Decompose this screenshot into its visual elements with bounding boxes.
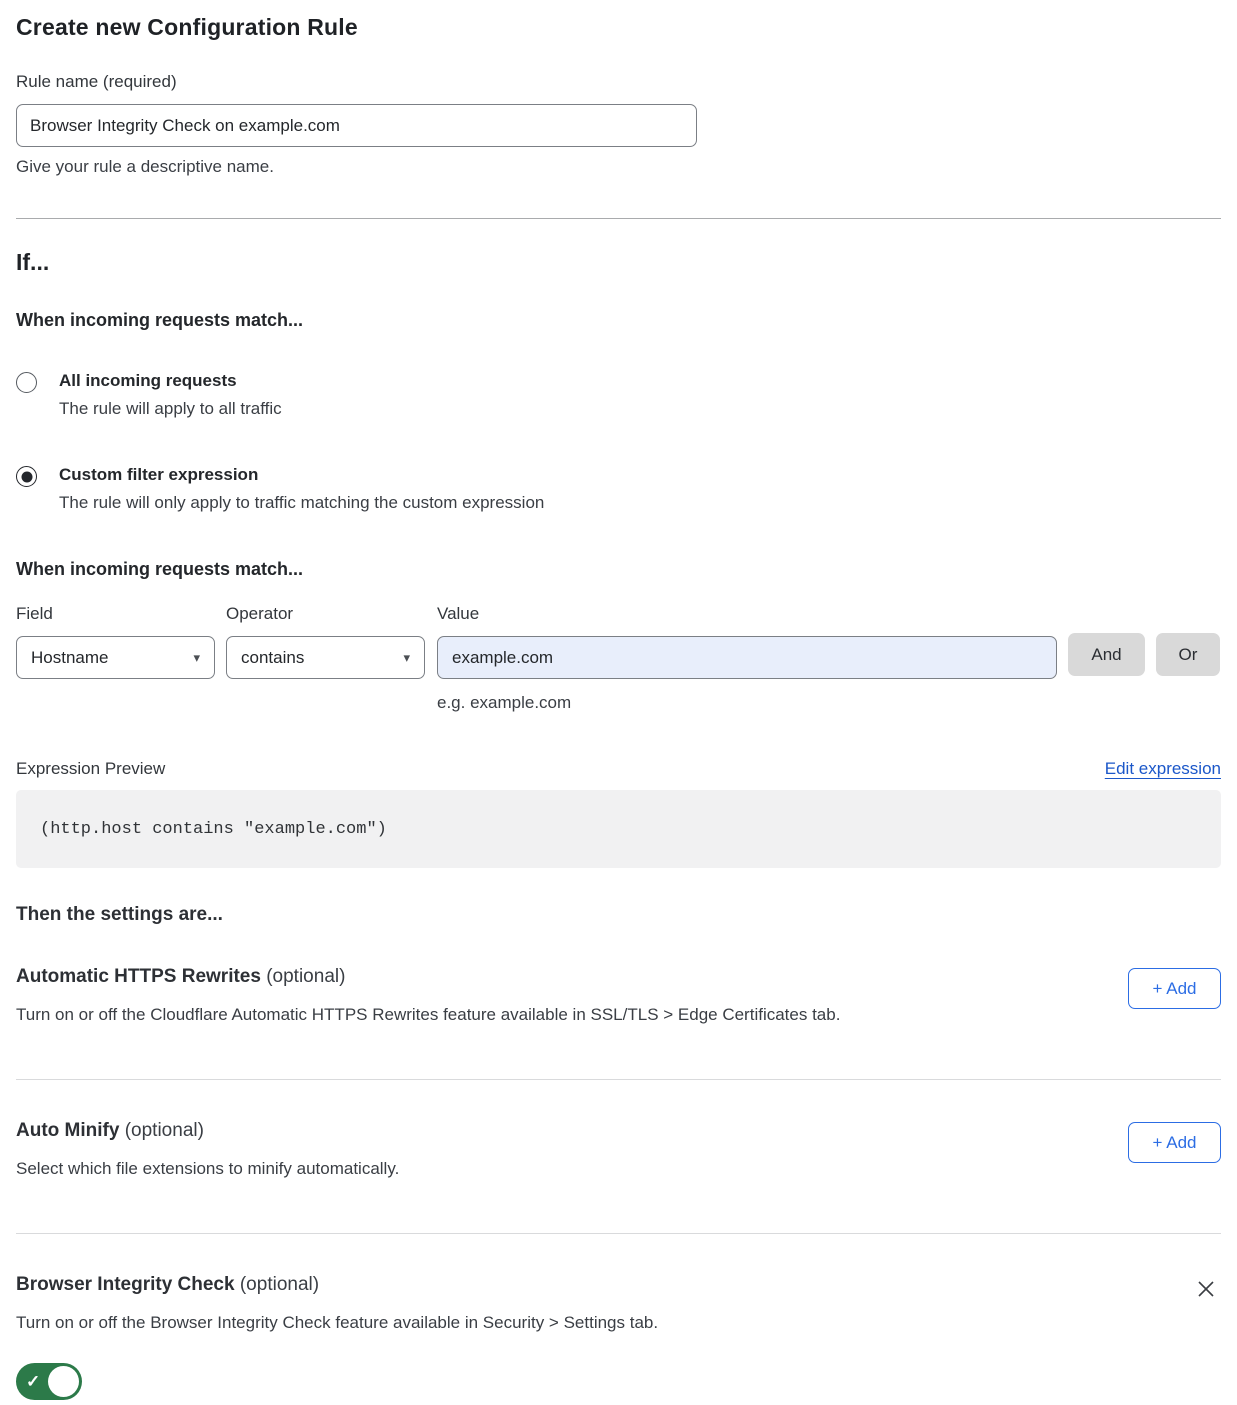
then-settings-heading: Then the settings are... — [16, 904, 1221, 926]
check-icon: ✓ — [26, 1372, 40, 1392]
value-help: e.g. example.com — [437, 693, 1057, 713]
radio-texts: All incoming requests The rule will appl… — [59, 371, 282, 419]
section-divider — [16, 218, 1221, 219]
setting-auto-minify: Auto Minify (optional) Select which file… — [16, 1120, 1221, 1179]
expression-preview-header: Expression Preview Edit expression — [16, 759, 1221, 779]
edit-expression-link[interactable]: Edit expression — [1105, 759, 1221, 779]
radio-option-all-incoming[interactable]: All incoming requests The rule will appl… — [16, 371, 1221, 419]
setting-description: Select which file extensions to minify a… — [16, 1159, 399, 1179]
operator-select-value: contains — [241, 648, 304, 668]
setting-title: Browser Integrity Check — [16, 1274, 235, 1295]
chevron-down-icon: ▾ — [193, 650, 200, 666]
setting-browser-integrity-check: Browser Integrity Check (optional) Turn … — [16, 1274, 1221, 1405]
radio-option-label: Custom filter expression — [59, 465, 544, 485]
filter-builder-row: Field Hostname ▾ Operator contains ▾ Val… — [16, 604, 1221, 713]
add-setting-button[interactable]: + Add — [1128, 1122, 1221, 1163]
or-button[interactable]: Or — [1156, 633, 1220, 676]
setting-title: Automatic HTTPS Rewrites — [16, 966, 261, 987]
setting-title-row: Browser Integrity Check (optional) — [16, 1274, 658, 1296]
setting-description: Turn on or off the Browser Integrity Che… — [16, 1313, 658, 1333]
setting-divider — [16, 1079, 1221, 1080]
remove-setting-button[interactable] — [1191, 1274, 1221, 1307]
filter-builder-heading: When incoming requests match... — [16, 559, 1221, 580]
if-heading: If... — [16, 249, 1221, 276]
setting-divider — [16, 1233, 1221, 1234]
when-requests-match-heading: When incoming requests match... — [16, 310, 1221, 331]
setting-title-row: Automatic HTTPS Rewrites (optional) — [16, 966, 840, 988]
radio-option-description: The rule will only apply to traffic matc… — [59, 493, 544, 513]
field-select[interactable]: Hostname ▾ — [16, 636, 215, 679]
setting-title: Auto Minify — [16, 1120, 119, 1141]
browser-integrity-check-toggle[interactable]: ✓ — [16, 1363, 82, 1400]
setting-optional-tag: (optional) — [266, 966, 345, 987]
setting-automatic-https-rewrites: Automatic HTTPS Rewrites (optional) Turn… — [16, 966, 1221, 1025]
setting-texts: Auto Minify (optional) Select which file… — [16, 1120, 399, 1179]
setting-optional-tag: (optional) — [125, 1120, 204, 1141]
setting-description: Turn on or off the Cloudflare Automatic … — [16, 1005, 840, 1025]
create-configuration-rule-form: Create new Configuration Rule Rule name … — [0, 0, 1237, 1405]
expression-preview-box: (http.host contains "example.com") — [16, 790, 1221, 868]
radio-option-label: All incoming requests — [59, 371, 282, 391]
rule-name-input[interactable] — [16, 104, 697, 147]
setting-title-row: Auto Minify (optional) — [16, 1120, 399, 1142]
setting-texts: Browser Integrity Check (optional) Turn … — [16, 1274, 658, 1405]
radio-button-selected[interactable] — [16, 466, 37, 487]
value-input[interactable] — [437, 636, 1057, 679]
add-setting-button[interactable]: + Add — [1128, 968, 1221, 1009]
operator-column: Operator contains ▾ — [226, 604, 425, 679]
value-column: Value e.g. example.com — [437, 604, 1057, 713]
radio-texts: Custom filter expression The rule will o… — [59, 465, 544, 513]
operator-select[interactable]: contains ▾ — [226, 636, 425, 679]
setting-texts: Automatic HTTPS Rewrites (optional) Turn… — [16, 966, 840, 1025]
setting-optional-tag: (optional) — [240, 1274, 319, 1295]
page-title: Create new Configuration Rule — [16, 14, 1221, 41]
radio-button-unselected[interactable] — [16, 372, 37, 393]
field-select-value: Hostname — [31, 648, 108, 668]
toggle-knob[interactable] — [48, 1366, 79, 1397]
operator-label: Operator — [226, 604, 425, 624]
expression-code: (http.host contains "example.com") — [40, 820, 387, 839]
field-label: Field — [16, 604, 215, 624]
close-icon — [1195, 1278, 1217, 1300]
radio-option-description: The rule will apply to all traffic — [59, 399, 282, 419]
field-column: Field Hostname ▾ — [16, 604, 215, 679]
value-label: Value — [437, 604, 1057, 624]
expression-preview-label: Expression Preview — [16, 759, 165, 779]
radio-option-custom-filter[interactable]: Custom filter expression The rule will o… — [16, 465, 1221, 513]
chevron-down-icon: ▾ — [403, 650, 410, 666]
rule-name-help: Give your rule a descriptive name. — [16, 157, 1221, 177]
rule-name-label: Rule name (required) — [16, 72, 1221, 92]
and-button[interactable]: And — [1068, 633, 1145, 676]
